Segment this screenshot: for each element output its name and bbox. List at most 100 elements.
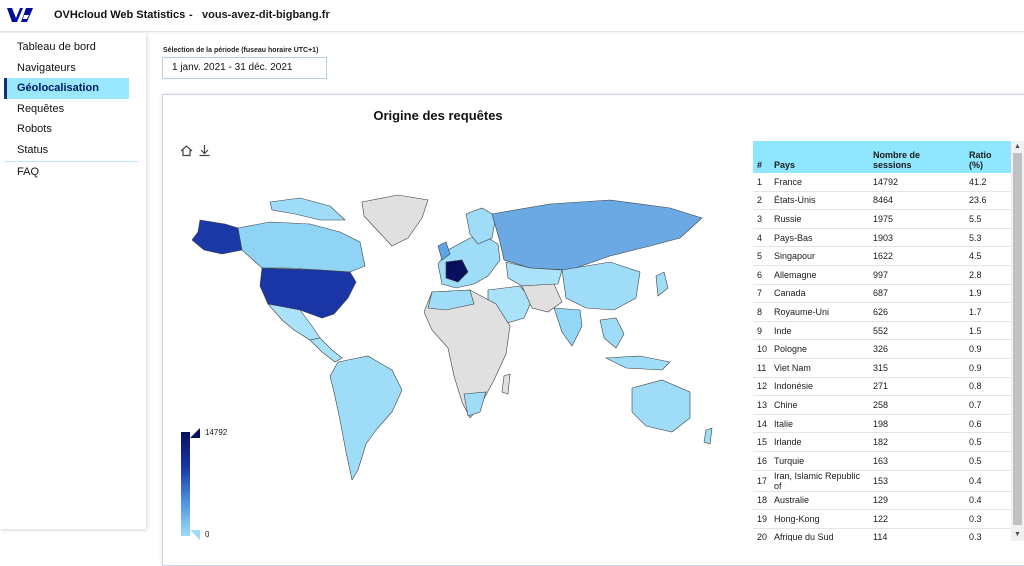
sidebar-item-tableau-de-bord[interactable]: Tableau de bord <box>4 37 129 58</box>
chart-title: Origine des requêtes <box>373 108 503 123</box>
cell-country: Allemagne <box>770 265 869 285</box>
table-row[interactable]: 11 Viet Nam 315 0.9 <box>753 358 1011 378</box>
legend-min-marker-icon <box>190 530 200 540</box>
sidebar-item-faq[interactable]: FAQ <box>4 162 129 183</box>
table-row[interactable]: 17 Iran, Islamic Republic of 153 0.4 <box>753 470 1011 492</box>
map-country-australia <box>631 379 691 433</box>
scroll-up-icon[interactable]: ▲ <box>1014 143 1021 151</box>
table-row[interactable]: 10 Pologne 326 0.9 <box>753 339 1011 359</box>
table-row[interactable]: 18 Australie 129 0.4 <box>753 491 1011 511</box>
cell-rank: 2 <box>753 191 770 211</box>
cell-country: France <box>770 173 869 192</box>
table-header-row: # Pays Nombre de sessions Ratio (%) <box>753 141 1011 173</box>
cell-country: Singapour <box>770 246 869 266</box>
period-date-range-input[interactable]: 1 janv. 2021 - 31 déc. 2021 <box>162 57 327 79</box>
cell-country: Indonésie <box>770 377 869 397</box>
cell-sessions: 1903 <box>869 228 965 248</box>
cell-rank: 8 <box>753 302 770 322</box>
table-row[interactable]: 3 Russie 1975 5.5 <box>753 209 1011 229</box>
cell-sessions: 315 <box>869 358 965 378</box>
download-icon[interactable] <box>197 143 212 158</box>
cell-ratio: 0.9 <box>965 339 1011 359</box>
cell-sessions: 122 <box>869 509 965 529</box>
map-country-russia <box>491 199 703 271</box>
column-header-sessions[interactable]: Nombre de sessions <box>869 141 965 173</box>
table-row[interactable]: 20 Afrique du Sud 114 0.3 <box>753 528 1011 541</box>
cell-ratio: 0.6 <box>965 414 1011 434</box>
cell-ratio: 41.2 <box>965 173 1011 192</box>
cell-country: Iran, Islamic Republic of <box>770 470 869 492</box>
column-header-country[interactable]: Pays <box>770 141 869 173</box>
table-row[interactable]: 14 Italie 198 0.6 <box>753 414 1011 434</box>
table-row[interactable]: 9 Inde 552 1.5 <box>753 321 1011 341</box>
cell-country: Turquie <box>770 451 869 471</box>
cell-country: Viet Nam <box>770 358 869 378</box>
scroll-down-icon[interactable]: ▼ <box>1014 531 1021 539</box>
map-country-greenland <box>361 194 429 247</box>
cell-ratio: 1.7 <box>965 302 1011 322</box>
cell-sessions: 552 <box>869 321 965 341</box>
cell-rank: 15 <box>753 432 770 452</box>
cell-country: Inde <box>770 321 869 341</box>
table-row[interactable]: 13 Chine 258 0.7 <box>753 395 1011 415</box>
scrollbar-thumb[interactable] <box>1013 153 1022 525</box>
table-row[interactable]: 16 Turquie 163 0.5 <box>753 451 1011 471</box>
cell-ratio: 0.7 <box>965 395 1011 415</box>
cell-ratio: 2.8 <box>965 265 1011 285</box>
map-country-india <box>553 307 583 347</box>
cell-rank: 4 <box>753 228 770 248</box>
cell-sessions: 1975 <box>869 209 965 229</box>
legend-max-marker-icon <box>190 428 200 438</box>
cell-ratio: 1.5 <box>965 321 1011 341</box>
color-scale-legend <box>181 432 190 536</box>
world-choropleth-map[interactable] <box>170 180 720 480</box>
cell-rank: 13 <box>753 395 770 415</box>
table-row[interactable]: 5 Singapour 1622 4.5 <box>753 246 1011 266</box>
cell-country: États-Unis <box>770 191 869 211</box>
cell-country: Hong-Kong <box>770 509 869 529</box>
cell-ratio: 1.9 <box>965 284 1011 304</box>
table-row[interactable]: 4 Pays-Bas 1903 5.3 <box>753 228 1011 248</box>
sidebar-item-navigateurs[interactable]: Navigateurs <box>4 58 129 79</box>
cell-rank: 9 <box>753 321 770 341</box>
table-row[interactable]: 12 Indonésie 271 0.8 <box>753 377 1011 397</box>
cell-sessions: 8464 <box>869 191 965 211</box>
site-name: vous-avez-dit-bigbang.fr <box>202 9 330 21</box>
sidebar-item-geolocalisation[interactable]: Géolocalisation <box>4 78 129 99</box>
table-row[interactable]: 19 Hong-Kong 122 0.3 <box>753 509 1011 529</box>
map-country-south-africa <box>463 391 487 417</box>
cell-country: Pologne <box>770 339 869 359</box>
table-row[interactable]: 8 Royaume-Uni 626 1.7 <box>753 302 1011 322</box>
cell-country: Italie <box>770 414 869 434</box>
table-row[interactable]: 1 France 14792 41.2 <box>753 173 1011 192</box>
cell-rank: 12 <box>753 377 770 397</box>
table-row[interactable]: 7 Canada 687 1.9 <box>753 284 1011 304</box>
table-row[interactable]: 15 Irlande 182 0.5 <box>753 432 1011 452</box>
map-country-canada-islands <box>269 197 346 221</box>
map-country-japan <box>655 271 669 297</box>
cell-rank: 19 <box>753 509 770 529</box>
table-scrollbar[interactable]: ▲ ▼ <box>1011 141 1024 541</box>
cell-rank: 14 <box>753 414 770 434</box>
legend-max-label: 14792 <box>205 428 228 437</box>
map-country-new-zealand <box>703 427 713 445</box>
cell-rank: 11 <box>753 358 770 378</box>
table-row[interactable]: 2 États-Unis 8464 23.6 <box>753 191 1011 211</box>
cell-sessions: 198 <box>869 414 965 434</box>
cell-sessions: 997 <box>869 265 965 285</box>
cell-sessions: 626 <box>869 302 965 322</box>
table-row[interactable]: 6 Allemagne 997 2.8 <box>753 265 1011 285</box>
sidebar-item-status[interactable]: Status <box>4 140 129 161</box>
cell-sessions: 326 <box>869 339 965 359</box>
map-country-indonesia <box>604 355 671 371</box>
country-table-container[interactable]: # Pays Nombre de sessions Ratio (%) 1 Fra… <box>753 141 1011 541</box>
cell-sessions: 14792 <box>869 173 965 192</box>
cell-country: Canada <box>770 284 869 304</box>
cell-country: Chine <box>770 395 869 415</box>
column-header-rank[interactable]: # <box>753 141 770 173</box>
home-icon[interactable] <box>179 143 194 158</box>
cell-country: Irlande <box>770 432 869 452</box>
cell-country: Australie <box>770 491 869 511</box>
ovhcloud-logo-icon[interactable] <box>6 6 34 24</box>
column-header-ratio[interactable]: Ratio (%) <box>965 141 1011 173</box>
